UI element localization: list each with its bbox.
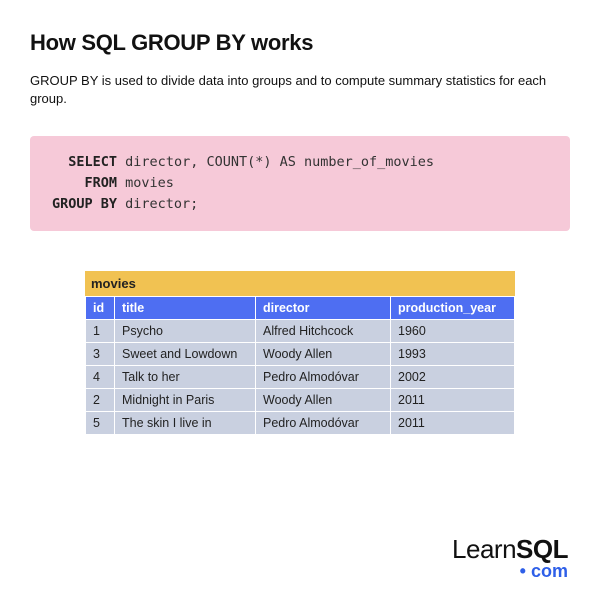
table-cell-title: Midnight in Paris <box>115 389 255 411</box>
keyword-from: FROM <box>85 175 118 191</box>
table-cell-id: 5 <box>86 412 114 434</box>
learnsql-logo: LearnSQL • com <box>452 534 568 582</box>
code-groupby-rest: director; <box>117 196 198 212</box>
table-cell-year: 2011 <box>391 389 514 411</box>
col-header-id: id <box>86 297 114 319</box>
table-name-bar: movies <box>85 271 515 296</box>
logo-learn: Learn <box>452 534 516 564</box>
table-cell-id: 2 <box>86 389 114 411</box>
sql-code-block: SELECT director, COUNT(*) AS number_of_m… <box>30 136 570 231</box>
code-from-rest: movies <box>117 175 174 191</box>
table-cell-director: Pedro Almodóvar <box>256 412 390 434</box>
table-cell-year: 1993 <box>391 343 514 365</box>
table-row: 5The skin I live inPedro Almodóvar2011 <box>86 412 514 434</box>
table-row: 1PsychoAlfred Hitchcock1960 <box>86 320 514 342</box>
logo-sql: SQL <box>516 534 568 564</box>
logo-com: com <box>531 561 568 581</box>
table-cell-director: Alfred Hitchcock <box>256 320 390 342</box>
table-cell-director: Pedro Almodóvar <box>256 366 390 388</box>
table-cell-year: 2011 <box>391 412 514 434</box>
table-row: 4Talk to herPedro Almodóvar2002 <box>86 366 514 388</box>
table-cell-year: 2002 <box>391 366 514 388</box>
col-header-title: title <box>115 297 255 319</box>
table-cell-title: Psycho <box>115 320 255 342</box>
table-cell-title: The skin I live in <box>115 412 255 434</box>
keyword-select: SELECT <box>68 154 117 170</box>
table-cell-id: 4 <box>86 366 114 388</box>
description-text: GROUP BY is used to divide data into gro… <box>30 72 570 108</box>
col-header-year: production_year <box>391 297 514 319</box>
table-cell-id: 3 <box>86 343 114 365</box>
table-cell-id: 1 <box>86 320 114 342</box>
keyword-groupby: GROUP BY <box>52 196 117 212</box>
table-cell-title: Sweet and Lowdown <box>115 343 255 365</box>
table-cell-director: Woody Allen <box>256 389 390 411</box>
movies-table-container: movies id title director production_year… <box>85 271 515 435</box>
logo-dot-icon: • <box>520 561 526 581</box>
table-row: 3Sweet and LowdownWoody Allen1993 <box>86 343 514 365</box>
col-header-director: director <box>256 297 390 319</box>
table-cell-director: Woody Allen <box>256 343 390 365</box>
page-title: How SQL GROUP BY works <box>30 30 570 56</box>
code-select-rest: director, COUNT(*) AS number_of_movies <box>117 154 434 170</box>
movies-table: id title director production_year 1Psych… <box>85 296 515 435</box>
table-cell-year: 1960 <box>391 320 514 342</box>
table-cell-title: Talk to her <box>115 366 255 388</box>
table-row: 2Midnight in ParisWoody Allen2011 <box>86 389 514 411</box>
